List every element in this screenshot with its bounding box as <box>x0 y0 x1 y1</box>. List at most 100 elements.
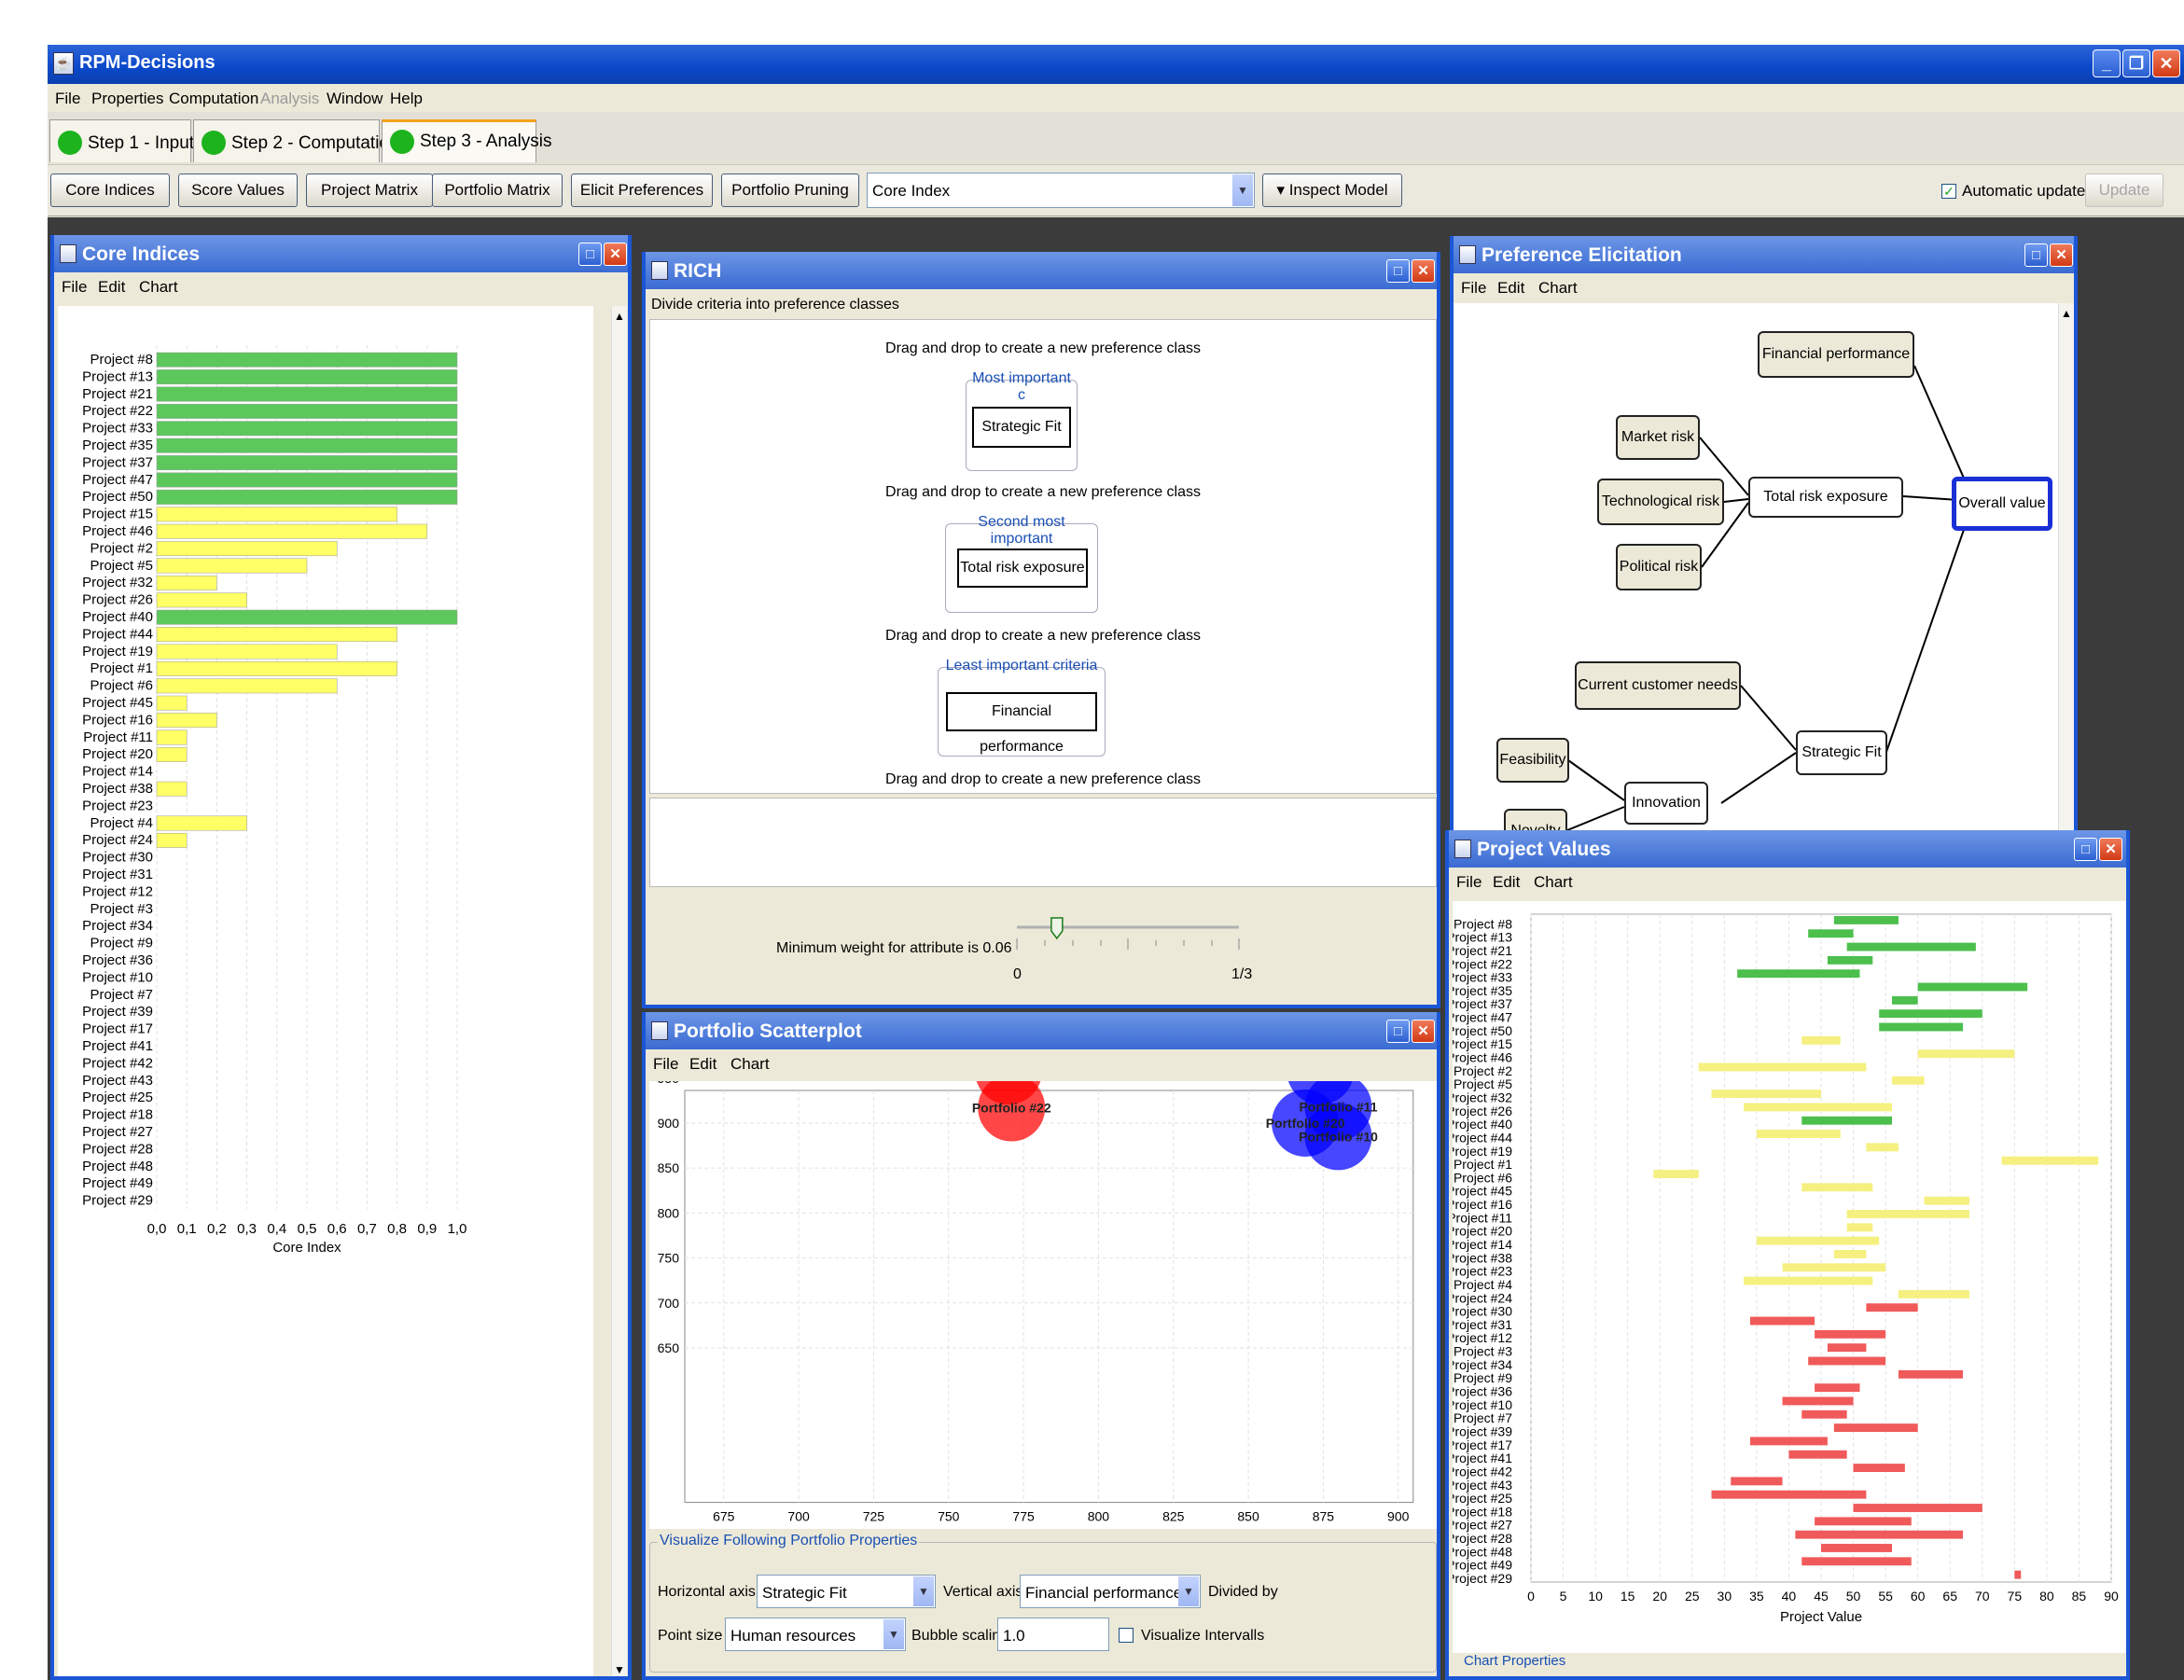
project-matrix-button[interactable]: Project Matrix <box>306 174 433 207</box>
maximize-icon[interactable]: □ <box>1386 1020 1410 1043</box>
score-values-button[interactable]: Score Values <box>178 174 298 207</box>
tab-step-3[interactable]: Step 3 - Analysis <box>382 119 552 162</box>
menu-properties[interactable]: Properties <box>91 90 163 108</box>
close-icon[interactable]: ✕ <box>604 243 627 266</box>
tab-step-1[interactable]: Step 1 - Input <box>49 119 194 162</box>
node-feasibility[interactable]: Feasibility <box>1496 738 1569 783</box>
inspect-model-button[interactable]: ▾ Inspect Model <box>1262 174 1402 207</box>
menu-window[interactable]: Window <box>327 90 383 108</box>
preference-class-1[interactable]: Most important c Strategic Fit <box>966 370 1078 471</box>
node-financial-performance[interactable]: Financial performance <box>1758 331 1914 378</box>
point-size-select[interactable]: Human resources ▼ <box>725 1618 906 1651</box>
vertical-axis-label: Vertical axis <box>943 1584 1023 1600</box>
chevron-down-icon: ▼ <box>1232 174 1253 206</box>
scroll-down-icon[interactable]: ▼ <box>614 1663 625 1676</box>
horizontal-axis-select[interactable]: Strategic Fit ▼ <box>757 1575 936 1608</box>
project-value-interval <box>1846 1223 1873 1232</box>
restore-button[interactable]: ❐ <box>2122 49 2150 77</box>
menu-help[interactable]: Help <box>390 90 423 108</box>
project-value-interval <box>1815 1383 1860 1393</box>
menu-chart[interactable]: Chart <box>1534 873 1573 892</box>
project-label: Project #1 <box>90 660 153 676</box>
core-indices-titlebar: Core Indices □ ✕ <box>54 235 628 272</box>
menu-edit[interactable]: Edit <box>689 1055 716 1074</box>
criterion-total-risk-exposure[interactable]: Total risk exposure <box>957 548 1088 588</box>
project-label: Project #5 <box>90 558 153 574</box>
minimize-button[interactable]: _ <box>2093 49 2121 77</box>
project-value-interval <box>1924 1196 1969 1205</box>
menu-chart[interactable]: Chart <box>730 1055 770 1074</box>
core-index-bar <box>156 627 397 643</box>
project-label: Project #12 <box>82 883 153 899</box>
menu-chart[interactable]: Chart <box>1538 279 1578 298</box>
project-label: Project #7 <box>90 987 153 1003</box>
node-market-risk[interactable]: Market risk <box>1616 415 1700 460</box>
view-combo[interactable]: Core Index ▼ <box>867 173 1255 208</box>
slider-max-label: 1/3 <box>1231 966 1253 982</box>
menu-file[interactable]: File <box>653 1055 678 1074</box>
drop-zone-text[interactable]: Drag and drop to create a new preference… <box>650 628 1436 645</box>
scroll-up-icon[interactable]: ▲ <box>2061 307 2072 320</box>
min-weight-slider[interactable] <box>1009 914 1252 970</box>
menu-file[interactable]: File <box>1461 279 1486 298</box>
menu-edit[interactable]: Edit <box>98 278 125 297</box>
drop-zone-text[interactable]: Drag and drop to create a new preference… <box>650 771 1436 788</box>
project-values-menu: File Edit Chart <box>1449 868 2126 896</box>
project-label: Project #19 <box>82 644 153 660</box>
maximize-icon[interactable]: □ <box>2024 243 2048 267</box>
menu-file[interactable]: File <box>55 90 80 108</box>
elicit-preferences-button[interactable]: Elicit Preferences <box>571 174 713 207</box>
close-icon[interactable]: ✕ <box>2099 838 2122 861</box>
bubble-scaling-input[interactable]: 1.0 <box>997 1618 1109 1651</box>
node-current-customer-needs[interactable]: Current customer needs <box>1575 661 1741 710</box>
maximize-icon[interactable]: □ <box>1386 259 1410 283</box>
node-technological-risk[interactable]: Technological risk <box>1597 479 1724 525</box>
close-button[interactable]: ✕ <box>2152 49 2180 77</box>
close-icon[interactable]: ✕ <box>2050 243 2073 267</box>
x-tick-label: 0,6 <box>327 1221 347 1237</box>
scroll-up-icon[interactable]: ▲ <box>614 310 625 323</box>
automatic-update-checkbox[interactable]: ✓ <box>1941 184 1956 199</box>
menu-chart[interactable]: Chart <box>139 278 178 297</box>
menu-edit[interactable]: Edit <box>1497 279 1524 298</box>
node-political-risk[interactable]: Political risk <box>1616 544 1702 590</box>
y-tick-label: 800 <box>658 1205 680 1220</box>
close-icon[interactable]: ✕ <box>1412 1020 1435 1043</box>
core-indices-window: Core Indices □ ✕ File Edit Chart 0,0 0,1 0,… <box>50 235 632 1680</box>
criterion-strategic-fit[interactable]: Strategic Fit <box>972 407 1071 448</box>
core-indices-button[interactable]: Core Indices <box>50 174 170 207</box>
x-tick-label: 725 <box>863 1509 885 1524</box>
preference-class-2[interactable]: Second most important Total risk exposure <box>945 514 1098 613</box>
drop-zone-text[interactable]: Drag and drop to create a new preference… <box>650 484 1436 501</box>
maximize-icon[interactable]: □ <box>2074 838 2097 861</box>
criterion-financial-performance[interactable]: Financial performance <box>946 692 1097 755</box>
vertical-scrollbar[interactable]: ▲ ▼ <box>2058 303 2074 868</box>
node-strategic-fit[interactable]: Strategic Fit <box>1796 730 1887 775</box>
menu-file[interactable]: File <box>1456 873 1482 892</box>
x-tick-label: 0,8 <box>387 1221 407 1237</box>
project-value-interval <box>1782 1396 1854 1406</box>
portfolio-matrix-button[interactable]: Portfolio Matrix <box>432 174 563 207</box>
empty-class-area[interactable] <box>649 798 1437 887</box>
project-label: Project #4 <box>90 815 153 831</box>
node-total-risk-exposure[interactable]: Total risk exposure <box>1748 477 1903 518</box>
maximize-icon[interactable]: □ <box>578 243 602 266</box>
update-button[interactable]: Update <box>2085 174 2163 207</box>
core-index-bar <box>156 472 458 488</box>
node-overall-value[interactable]: Overall value <box>1952 477 2052 531</box>
drop-zone-text[interactable]: Drag and drop to create a new preference… <box>650 340 1436 357</box>
menu-file[interactable]: File <box>62 278 87 297</box>
vertical-scrollbar[interactable]: ▲ ▼ <box>611 306 627 1676</box>
slider-thumb[interactable] <box>1050 917 1064 940</box>
preference-class-3[interactable]: Least important criteria Financial perfor… <box>938 658 1106 757</box>
vertical-axis-select[interactable]: Financial performance ▼ <box>1020 1575 1201 1608</box>
portfolio-pruning-button[interactable]: Portfolio Pruning <box>721 174 859 207</box>
core-index-bar <box>156 437 458 453</box>
visualize-intervals-checkbox[interactable] <box>1119 1628 1134 1643</box>
menu-computation[interactable]: Computation <box>169 90 258 108</box>
node-innovation[interactable]: Innovation <box>1624 782 1708 825</box>
menu-edit[interactable]: Edit <box>1493 873 1520 892</box>
close-icon[interactable]: ✕ <box>1412 259 1435 283</box>
status-green-icon <box>390 130 414 154</box>
tab-step-2[interactable]: Step 2 - Computation <box>193 119 399 162</box>
